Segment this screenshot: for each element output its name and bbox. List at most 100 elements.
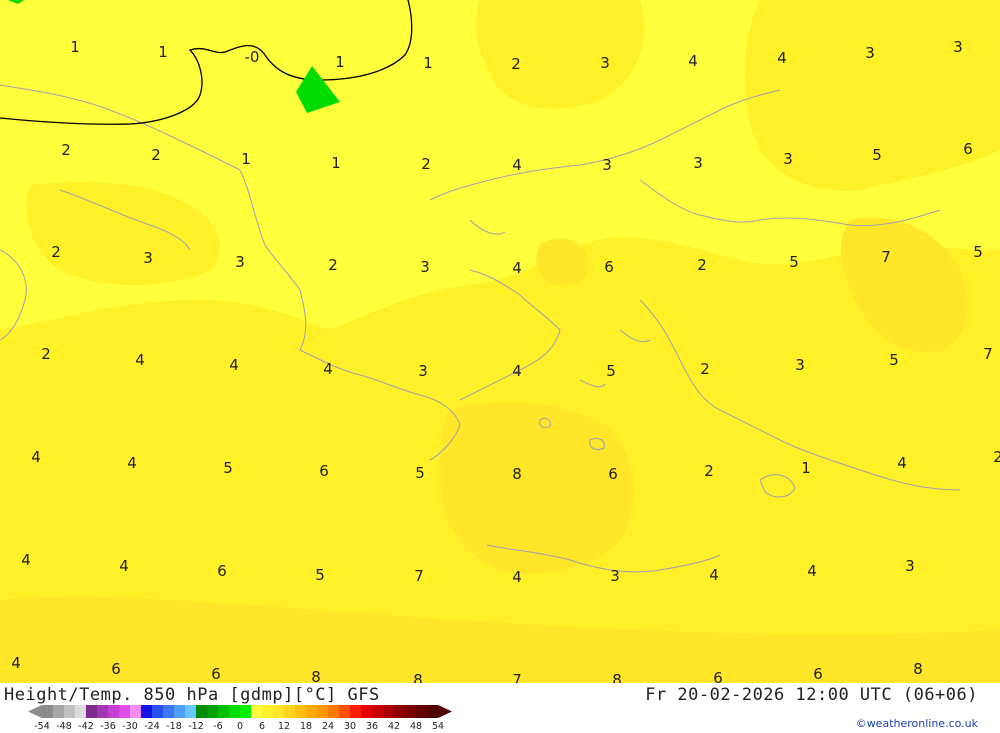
scale-tick-label: -36 (100, 721, 116, 732)
isotherm-label: 4 (135, 351, 145, 369)
isotherm-label: 3 (953, 38, 963, 56)
scale-tick-label: -42 (78, 721, 94, 732)
isotherm-label: 4 (897, 454, 907, 472)
scale-cell (207, 705, 218, 718)
isotherm-label: 3 (418, 362, 428, 380)
valid-time: Fr 20-02-2026 12:00 UTC (06+06) (645, 685, 978, 705)
scale-cell (196, 705, 207, 718)
scale-tick-label: 30 (344, 721, 356, 732)
scale-tick-label: -54 (34, 721, 50, 732)
isotherm-label: 3 (865, 44, 875, 62)
scale-cell (53, 705, 64, 718)
isotherm-label: 4 (31, 448, 41, 466)
isotherm-label: 6 (963, 140, 973, 158)
scale-cell (251, 705, 262, 718)
isotherm-label: 4 (512, 259, 522, 277)
scale-cell (262, 705, 273, 718)
isotherm-label: 1 (801, 459, 811, 477)
isotherm-label: 2 (41, 345, 51, 363)
map-title: Height/Temp. 850 hPa [gdmp][°C] GFS (4, 685, 380, 705)
isotherm-label: 4 (709, 566, 719, 584)
isotherm-label: 2 (51, 243, 61, 261)
isotherm-label: 2 (151, 146, 161, 164)
scale-cell (174, 705, 185, 718)
credit-link[interactable]: ©weatheronline.co.uk (856, 717, 978, 730)
scale-low-arrow (28, 705, 42, 718)
scale-cell (218, 705, 229, 718)
isotherm-label: 4 (229, 356, 239, 374)
scale-tick-label: 54 (432, 721, 444, 732)
isotherm-label: 2 (328, 256, 338, 274)
isotherm-label: 2 (700, 360, 710, 378)
scale-tick-label: 36 (366, 721, 378, 732)
scale-cell (240, 705, 251, 718)
isotherm-label: 6 (319, 462, 329, 480)
isotherm-label: 6 (713, 669, 723, 683)
scale-high-arrow (438, 705, 452, 718)
scale-tick-label: 6 (259, 721, 265, 732)
isotherm-label: 4 (119, 557, 129, 575)
scale-tick-label: -48 (56, 721, 72, 732)
isotherm-label: 4 (688, 52, 698, 70)
isotherm-label: 5 (315, 566, 325, 584)
isotherm-label: 2 (511, 55, 521, 73)
isotherm-label: 5 (223, 459, 233, 477)
scale-cell (86, 705, 97, 718)
scale-tick-label: 24 (322, 721, 334, 732)
scale-tick-label: -24 (144, 721, 160, 732)
scale-cell (350, 705, 361, 718)
isotherm-label: 5 (789, 253, 799, 271)
isotherm-label: 6 (608, 465, 618, 483)
isotherm-label: 1 (241, 150, 251, 168)
scale-cell (273, 705, 284, 718)
scale-cell (152, 705, 163, 718)
scale-cell (427, 705, 438, 718)
scale-cell (394, 705, 405, 718)
isotherm-label: 4 (512, 156, 522, 174)
isotherm-label: 3 (783, 150, 793, 168)
scale-cell (361, 705, 372, 718)
isotherm-label: 7 (983, 345, 993, 363)
isotherm-label: 1 (335, 53, 345, 71)
isotherm-label: 8 (512, 465, 522, 483)
scale-cell (185, 705, 196, 718)
isotherm-label: 2 (697, 256, 707, 274)
isotherm-label: 8 (913, 660, 923, 678)
isotherm-label: 4 (512, 568, 522, 586)
isotherm-label: 4 (323, 360, 333, 378)
isotherm-label: 5 (606, 362, 616, 380)
scale-tick-label: 42 (388, 721, 400, 732)
scale-cell (405, 705, 416, 718)
scale-tick-label: 0 (237, 721, 243, 732)
scale-cell (229, 705, 240, 718)
isotherm-label: 2 (704, 462, 714, 480)
isotherm-label: 3 (795, 356, 805, 374)
scale-tick-label: -30 (122, 721, 138, 732)
isotherm-label: 4 (777, 49, 787, 67)
scale-cell (130, 705, 141, 718)
scale-cell (108, 705, 119, 718)
isotherm-label: 3 (143, 249, 153, 267)
isotherm-label: 5 (973, 243, 983, 261)
isotherm-label: 4 (127, 454, 137, 472)
isotherm-label: 3 (420, 258, 430, 276)
scale-cell (97, 705, 108, 718)
isotherm-label: 6 (211, 665, 221, 683)
isotherm-label: 3 (693, 154, 703, 172)
scale-cell (119, 705, 130, 718)
map-canvas: 1 1 -0 1 1 2 3 4 4 3 3 2 2 1 1 2 4 3 3 3 5 6 2 3 3 2 3 4 6 2 5 7 5 2 4 4 4 3 4… (0, 0, 1000, 683)
isotherm-label: 3 (905, 557, 915, 575)
isotherm-label: 4 (21, 551, 31, 569)
isotherm-label: 7 (414, 567, 424, 585)
scale-tick-label: -12 (188, 721, 204, 732)
scale-cell (383, 705, 394, 718)
scale-tick-label: -6 (213, 721, 222, 732)
scale-cell (317, 705, 328, 718)
isotherm-label: 4 (512, 362, 522, 380)
isotherm-label: 5 (872, 146, 882, 164)
scale-cell (328, 705, 339, 718)
isotherm-label: 3 (235, 253, 245, 271)
isotherm-label: 5 (889, 351, 899, 369)
scale-tick-label: 48 (410, 721, 422, 732)
scale-tick-label: 18 (300, 721, 312, 732)
